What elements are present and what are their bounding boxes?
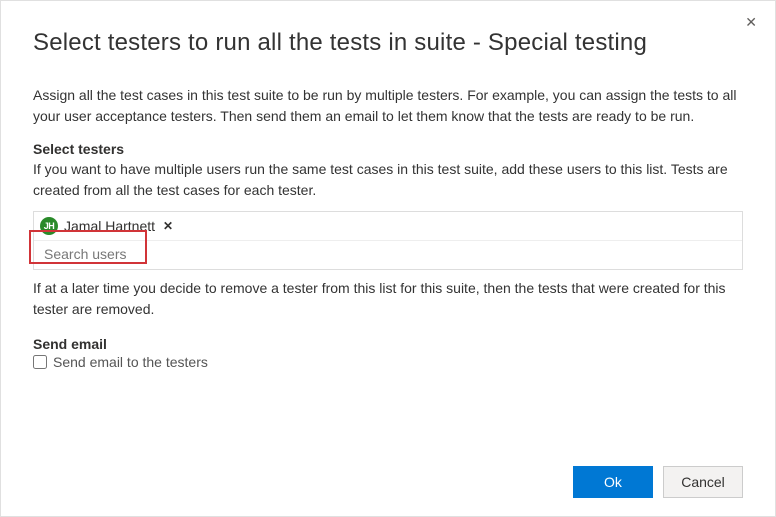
select-testers-heading: Select testers — [33, 141, 743, 157]
dialog: ✕ Select testers to run all the tests in… — [0, 0, 776, 517]
tester-chip[interactable]: JH Jamal Hartnett ✕ — [40, 217, 175, 235]
ok-button[interactable]: Ok — [573, 466, 653, 498]
dialog-title: Select testers to run all the tests in s… — [33, 29, 743, 57]
send-email-label: Send email to the testers — [53, 354, 208, 370]
dialog-footer: Ok Cancel — [573, 466, 743, 498]
cancel-button[interactable]: Cancel — [663, 466, 743, 498]
search-row — [34, 241, 742, 269]
select-testers-help: If you want to have multiple users run t… — [33, 159, 743, 201]
send-email-checkbox[interactable] — [33, 355, 47, 369]
selected-testers-row: JH Jamal Hartnett ✕ — [34, 212, 742, 241]
testers-picker[interactable]: JH Jamal Hartnett ✕ — [33, 211, 743, 270]
intro-text: Assign all the test cases in this test s… — [33, 85, 743, 127]
avatar: JH — [40, 217, 58, 235]
send-email-row[interactable]: Send email to the testers — [33, 354, 743, 370]
remove-tester-icon[interactable]: ✕ — [161, 219, 175, 233]
remove-note: If at a later time you decide to remove … — [33, 278, 743, 320]
tester-name: Jamal Hartnett — [64, 218, 155, 234]
send-email-heading: Send email — [33, 336, 743, 352]
close-icon[interactable]: ✕ — [741, 11, 761, 33]
search-users-input[interactable] — [42, 245, 734, 263]
